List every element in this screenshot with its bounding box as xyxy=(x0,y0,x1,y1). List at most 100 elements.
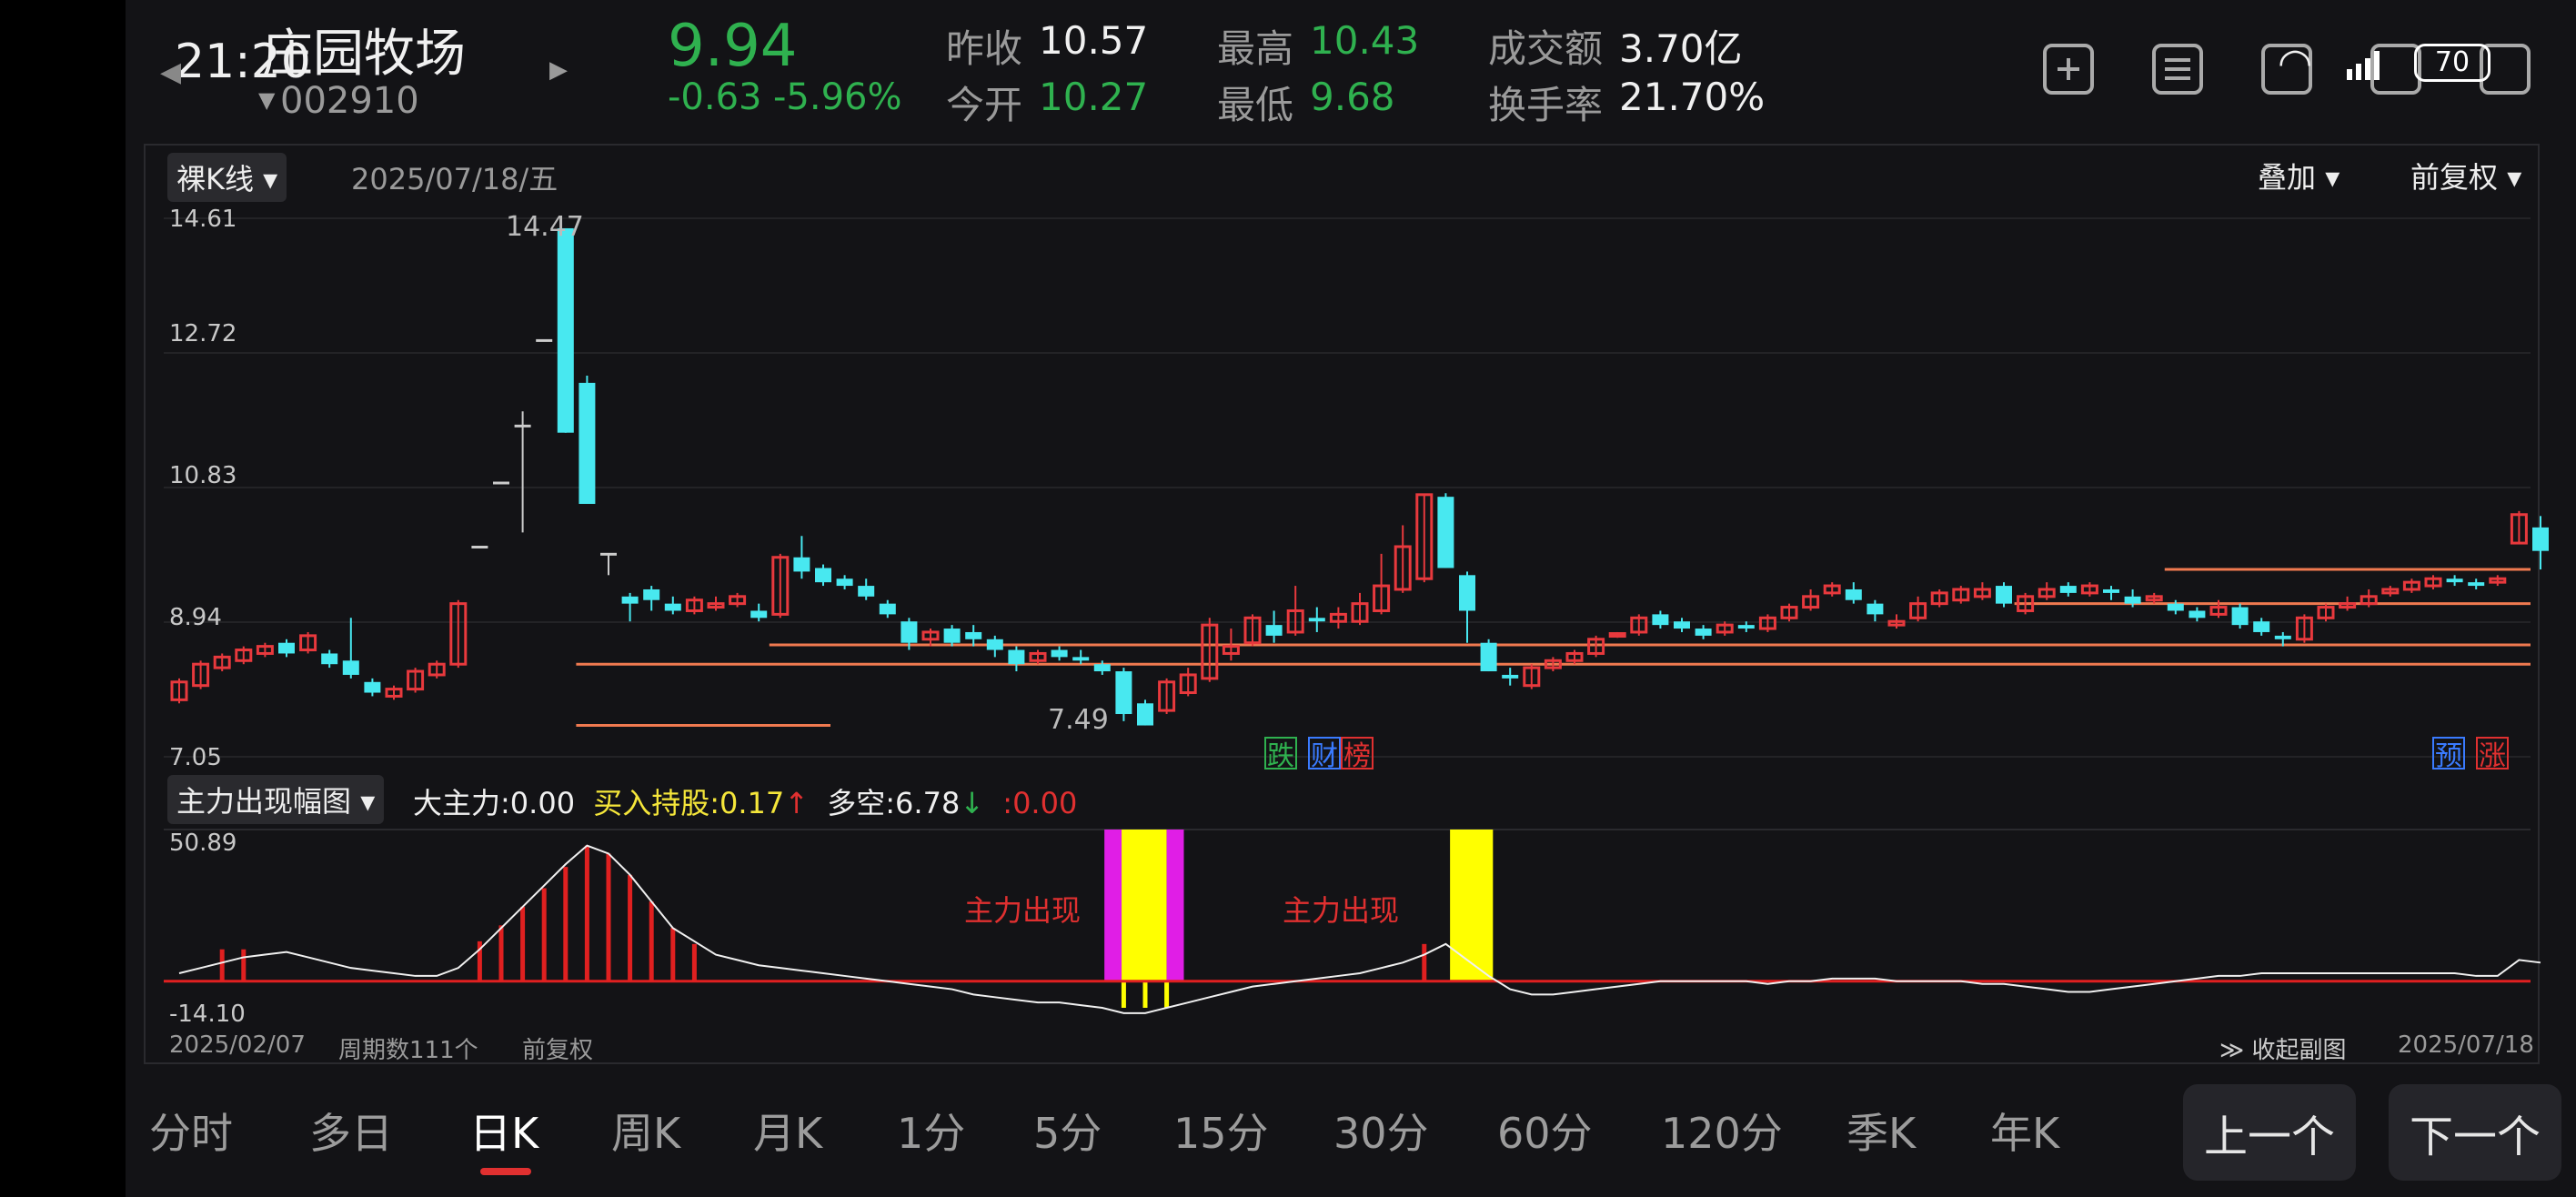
candle-body xyxy=(1737,625,1755,629)
candle-body xyxy=(1480,642,1497,672)
candle-body xyxy=(943,629,961,643)
tag-limit-up[interactable]: 涨 xyxy=(2476,737,2509,772)
tab-intraday[interactable]: 分时 xyxy=(149,1101,233,1161)
low-annotation: 7.49 xyxy=(1048,704,1109,736)
candle-body xyxy=(1008,649,1025,665)
candle-body xyxy=(493,481,509,485)
tab-30min[interactable]: 30分 xyxy=(1333,1101,1429,1161)
chevron-down-icon: ≫ xyxy=(2219,1037,2245,1064)
event-band xyxy=(1122,830,1167,981)
next-stock-button[interactable]: 下一个 xyxy=(2389,1084,2561,1181)
tab-60min[interactable]: 60分 xyxy=(1497,1101,1593,1161)
sub-indicator-selector[interactable]: 主力出现幅图 ▾ xyxy=(167,775,385,824)
candle-body xyxy=(1502,674,1519,679)
candle-body xyxy=(1996,586,2012,604)
sub-y-tick-label: -14.10 xyxy=(169,1001,246,1028)
legend-big-main: 大主力:0.00 xyxy=(413,786,576,820)
candle-body xyxy=(879,603,896,615)
prev-stock-button[interactable]: 上一个 xyxy=(2183,1084,2356,1181)
legend-big-main-value: 0.00 xyxy=(509,786,576,820)
tab-1min[interactable]: 1分 xyxy=(897,1101,965,1161)
candle-body xyxy=(1867,603,1884,615)
main-kline-chart[interactable] xyxy=(0,0,2576,1197)
candle-body xyxy=(815,568,831,583)
tab-120min[interactable]: 120分 xyxy=(1661,1101,1783,1161)
y-tick-label: 14.61 xyxy=(169,206,237,233)
candle-body xyxy=(2231,607,2249,626)
candle-body xyxy=(2124,596,2141,604)
candle-body xyxy=(321,653,338,665)
legend-long-short: 多空:6.78 xyxy=(827,786,961,820)
event-band xyxy=(1450,830,1494,981)
candle-body xyxy=(621,596,639,604)
candle-body xyxy=(536,338,553,342)
tab-monthly-k[interactable]: 月K xyxy=(753,1101,822,1161)
sub-indicator-label: 主力出现幅图 xyxy=(176,784,352,819)
candle-body xyxy=(858,586,875,597)
legend-long-short-value: 6.78 xyxy=(895,786,961,820)
sub-y-tick-label: 50.89 xyxy=(169,830,237,857)
candle-body xyxy=(750,610,768,619)
candle-body xyxy=(557,227,574,433)
candle-body xyxy=(1674,621,1690,629)
candle-body xyxy=(965,631,982,639)
candle-body xyxy=(1093,664,1111,672)
y-tick-label: 12.72 xyxy=(169,320,237,347)
candle-body xyxy=(2059,586,2077,593)
candle-body xyxy=(2253,621,2270,632)
candle-body xyxy=(2532,527,2549,551)
legend-buy-hold-value: 0.17 xyxy=(719,786,785,820)
candle-body xyxy=(364,681,381,693)
candle-body xyxy=(1437,497,1454,568)
range-start-date: 2025/02/07 xyxy=(169,1031,306,1059)
tag-forecast[interactable]: 预 xyxy=(2432,737,2465,772)
sub-legend: 大主力:0.00 买入持股:0.17↑ 多空:6.78↓ :0.00 xyxy=(413,780,1077,822)
legend-big-main-label: 大主力 xyxy=(413,786,501,820)
tab-quarterly-k[interactable]: 季K xyxy=(1846,1101,1916,1161)
candle-body xyxy=(643,588,660,600)
tab-multiday[interactable]: 多日 xyxy=(309,1101,393,1161)
candle-body xyxy=(1652,614,1669,626)
event-label: 主力出现 xyxy=(964,893,1082,928)
legend-extra-value: 0.00 xyxy=(1012,786,1078,820)
range-end-date: 2025/07/18 xyxy=(2398,1031,2534,1059)
candle-body xyxy=(836,578,853,587)
tab-yearly-k[interactable]: 年K xyxy=(1990,1101,2059,1161)
candle-body xyxy=(2167,603,2184,611)
tab-daily-k[interactable]: 日K xyxy=(469,1101,538,1161)
candle-body xyxy=(1845,588,1862,600)
active-tab-indicator xyxy=(480,1168,531,1175)
event-label: 主力出现 xyxy=(1283,893,1400,928)
candle-body xyxy=(2446,578,2463,583)
collapse-subchart-button[interactable]: ≫ 收起副图 xyxy=(2219,1031,2347,1065)
candle-body xyxy=(2274,635,2291,639)
legend-long-short-label: 多空 xyxy=(827,786,886,820)
candle-body xyxy=(1308,618,1325,622)
candle-body xyxy=(2189,610,2206,619)
y-tick-label: 8.94 xyxy=(169,604,222,631)
candle-body xyxy=(901,621,918,643)
tab-5min[interactable]: 5分 xyxy=(1033,1101,1102,1161)
candle-body xyxy=(579,382,596,505)
event-band xyxy=(1104,830,1122,981)
period-count: 周期数111个 xyxy=(338,1037,478,1064)
high-annotation: 14.47 xyxy=(506,211,584,243)
tag-finance[interactable]: 财 xyxy=(1308,737,1341,772)
legend-buy-hold: 买入持股:0.17 xyxy=(593,786,785,820)
candle-body xyxy=(1072,657,1090,661)
candle-body xyxy=(514,424,531,428)
candle-body xyxy=(471,545,488,548)
y-tick-label: 10.83 xyxy=(169,462,237,489)
candle-body xyxy=(1265,625,1283,636)
tab-15min[interactable]: 15分 xyxy=(1173,1101,1269,1161)
candle-body xyxy=(2103,588,2119,593)
collapse-label: 收起副图 xyxy=(2251,1037,2347,1064)
down-arrow-icon: ↓ xyxy=(960,786,985,820)
tag-list[interactable]: 榜 xyxy=(1341,737,1374,772)
tab-weekly-k[interactable]: 周K xyxy=(611,1101,680,1161)
tag-fall[interactable]: 跌 xyxy=(1264,737,1297,772)
candle-body xyxy=(278,642,295,654)
candle-body xyxy=(664,603,681,611)
up-arrow-icon: ↑ xyxy=(784,786,810,820)
candle-body xyxy=(1459,575,1475,611)
